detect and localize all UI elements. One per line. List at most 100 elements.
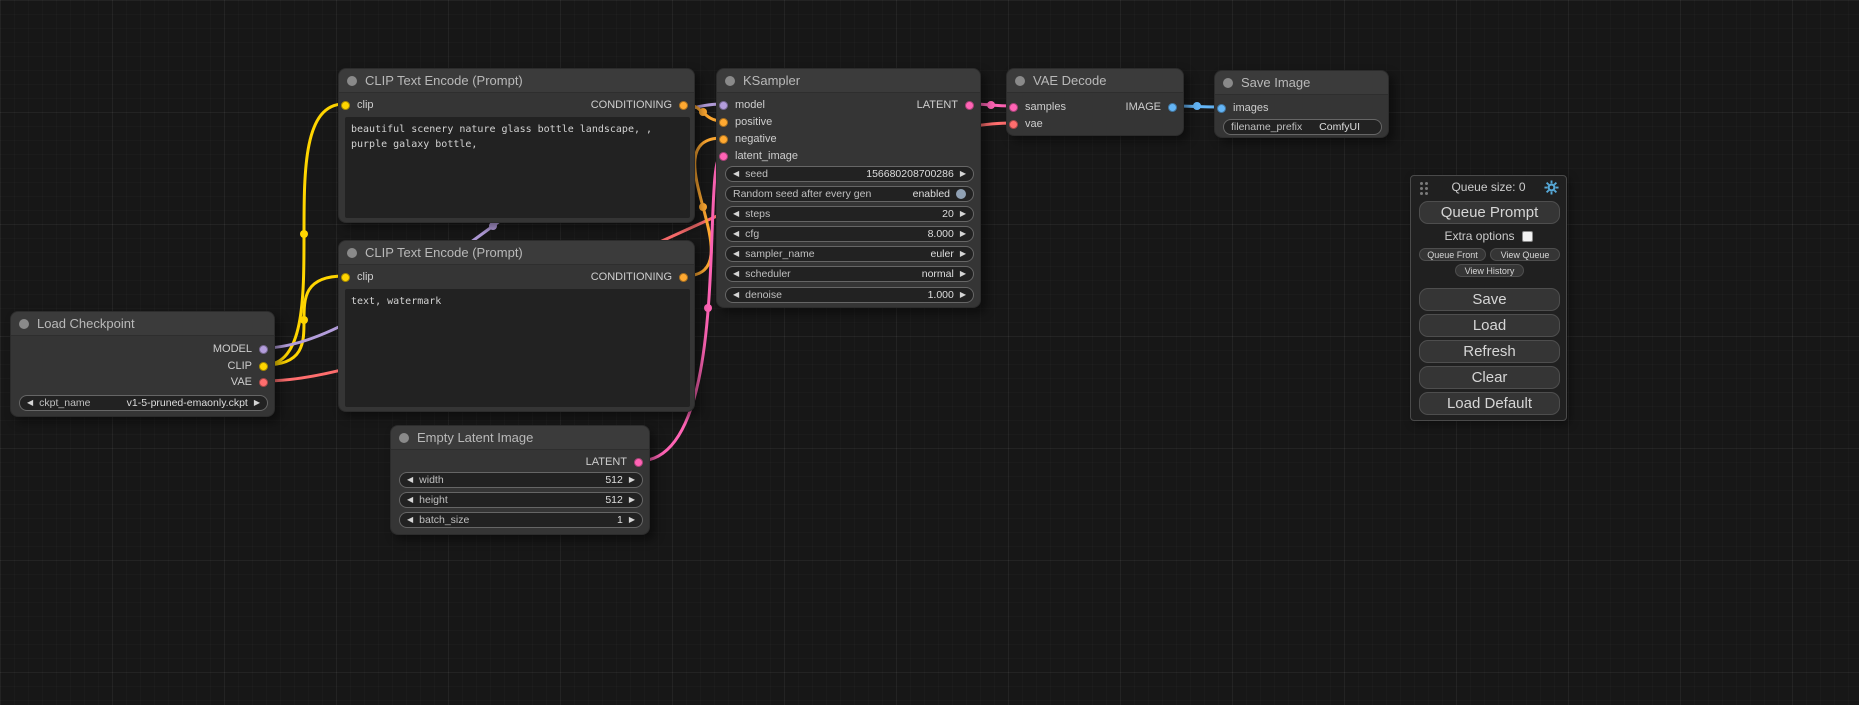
widget-denoise[interactable]: ◀ denoise 1.000 ▶ (725, 287, 974, 303)
collapse-dot-icon[interactable] (1223, 78, 1233, 88)
widget-batch-size[interactable]: ◀ batch_size 1 ▶ (399, 512, 643, 528)
next-arrow-icon[interactable]: ▶ (960, 270, 966, 278)
node-empty-latent-image[interactable]: Empty Latent Image LATENT ◀ width 512 ▶ … (390, 425, 650, 535)
toggle-dot[interactable] (956, 189, 966, 199)
next-arrow-icon[interactable]: ▶ (629, 516, 635, 524)
latent-port-dot[interactable] (634, 458, 643, 467)
load-default-button[interactable]: Load Default (1419, 392, 1560, 415)
widget-seed[interactable]: ◀ seed 156680208700286 ▶ (725, 166, 974, 182)
next-arrow-icon[interactable]: ▶ (629, 496, 635, 504)
widget-filename-prefix[interactable]: filename_prefix ComfyUI (1223, 119, 1382, 135)
collapse-dot-icon[interactable] (399, 433, 409, 443)
widget-scheduler[interactable]: ◀ scheduler normal ▶ (725, 266, 974, 282)
node-title-bar[interactable]: CLIP Text Encode (Prompt) (339, 241, 694, 265)
node-title-bar[interactable]: VAE Decode (1007, 69, 1183, 93)
input-port-clip[interactable]: clip (341, 270, 374, 284)
settings-gear-icon[interactable] (1544, 180, 1559, 195)
node-title-bar[interactable]: KSampler (717, 69, 980, 93)
collapse-dot-icon[interactable] (347, 248, 357, 258)
output-port-clip[interactable]: CLIP (228, 359, 268, 373)
node-title-bar[interactable]: Empty Latent Image (391, 426, 649, 450)
image-port-dot[interactable] (1217, 104, 1226, 113)
input-port-clip[interactable]: clip (341, 98, 374, 112)
widget-sampler-name[interactable]: ◀ sampler_name euler ▶ (725, 246, 974, 262)
model-port-dot[interactable] (259, 345, 268, 354)
output-port-image[interactable]: IMAGE (1126, 100, 1177, 114)
widget-random-seed[interactable]: Random seed after every gen enabled (725, 186, 974, 202)
collapse-dot-icon[interactable] (1015, 76, 1025, 86)
extra-options-checkbox[interactable] (1522, 231, 1533, 242)
input-port-model[interactable]: model (719, 98, 765, 112)
node-ksampler[interactable]: KSampler model positive negative latent_… (716, 68, 981, 308)
prev-arrow-icon[interactable]: ◀ (733, 250, 739, 258)
input-port-samples[interactable]: samples (1009, 100, 1066, 114)
collapse-dot-icon[interactable] (725, 76, 735, 86)
graph-canvas[interactable]: Load Checkpoint MODEL CLIP VAE ◀ ckpt_na… (0, 0, 1859, 705)
widget-cfg[interactable]: ◀ cfg 8.000 ▶ (725, 226, 974, 242)
next-arrow-icon[interactable]: ▶ (960, 230, 966, 238)
node-clip-text-encode-positive[interactable]: CLIP Text Encode (Prompt) clip CONDITION… (338, 68, 695, 223)
widget-ckpt-name[interactable]: ◀ ckpt_name v1-5-pruned-emaonly.ckpt ▶ (19, 395, 268, 411)
node-clip-text-encode-negative[interactable]: CLIP Text Encode (Prompt) clip CONDITION… (338, 240, 695, 412)
node-title-bar[interactable]: Save Image (1215, 71, 1388, 95)
drag-handle-icon[interactable] (1420, 182, 1423, 185)
next-arrow-icon[interactable]: ▶ (960, 170, 966, 178)
latent-port-dot[interactable] (965, 101, 974, 110)
image-port-dot[interactable] (1168, 103, 1177, 112)
next-arrow-icon[interactable]: ▶ (960, 250, 966, 258)
latent-port-dot[interactable] (1009, 103, 1018, 112)
widget-width[interactable]: ◀ width 512 ▶ (399, 472, 643, 488)
conditioning-port-dot[interactable] (719, 118, 728, 127)
load-button[interactable]: Load (1419, 314, 1560, 337)
node-vae-decode[interactable]: VAE Decode samples vae IMAGE (1006, 68, 1184, 136)
latent-port-dot[interactable] (719, 152, 728, 161)
prev-arrow-icon[interactable]: ◀ (407, 476, 413, 484)
save-button[interactable]: Save (1419, 288, 1560, 311)
queue-prompt-button[interactable]: Queue Prompt (1419, 201, 1560, 224)
model-port-dot[interactable] (719, 101, 728, 110)
vae-port-dot[interactable] (259, 378, 268, 387)
next-arrow-icon[interactable]: ▶ (629, 476, 635, 484)
input-port-negative[interactable]: negative (719, 132, 777, 146)
prev-arrow-icon[interactable]: ◀ (27, 399, 33, 407)
positive-prompt-textarea[interactable]: beautiful scenery nature glass bottle la… (345, 117, 690, 218)
input-port-latent-image[interactable]: latent_image (719, 149, 798, 163)
widget-steps[interactable]: ◀ steps 20 ▶ (725, 206, 974, 222)
queue-front-button[interactable]: Queue Front (1419, 248, 1486, 261)
output-port-latent[interactable]: LATENT (917, 98, 974, 112)
output-port-conditioning[interactable]: CONDITIONING (591, 98, 688, 112)
input-port-positive[interactable]: positive (719, 115, 772, 129)
prev-arrow-icon[interactable]: ◀ (733, 210, 739, 218)
collapse-dot-icon[interactable] (19, 319, 29, 329)
prev-arrow-icon[interactable]: ◀ (407, 496, 413, 504)
prev-arrow-icon[interactable]: ◀ (407, 516, 413, 524)
view-queue-button[interactable]: View Queue (1490, 248, 1560, 261)
output-port-vae[interactable]: VAE (231, 375, 268, 389)
output-port-conditioning[interactable]: CONDITIONING (591, 270, 688, 284)
conditioning-port-dot[interactable] (679, 101, 688, 110)
clear-button[interactable]: Clear (1419, 366, 1560, 389)
vae-port-dot[interactable] (1009, 120, 1018, 129)
prev-arrow-icon[interactable]: ◀ (733, 270, 739, 278)
collapse-dot-icon[interactable] (347, 76, 357, 86)
clip-port-dot[interactable] (259, 362, 268, 371)
conditioning-port-dot[interactable] (719, 135, 728, 144)
prev-arrow-icon[interactable]: ◀ (733, 170, 739, 178)
input-port-images[interactable]: images (1217, 101, 1268, 115)
view-history-button[interactable]: View History (1455, 264, 1524, 277)
refresh-button[interactable]: Refresh (1419, 340, 1560, 363)
clip-port-dot[interactable] (341, 101, 350, 110)
widget-height[interactable]: ◀ height 512 ▶ (399, 492, 643, 508)
next-arrow-icon[interactable]: ▶ (254, 399, 260, 407)
input-port-vae[interactable]: vae (1009, 117, 1043, 131)
next-arrow-icon[interactable]: ▶ (960, 210, 966, 218)
output-port-latent[interactable]: LATENT (586, 455, 643, 469)
next-arrow-icon[interactable]: ▶ (960, 291, 966, 299)
node-title-bar[interactable]: CLIP Text Encode (Prompt) (339, 69, 694, 93)
prev-arrow-icon[interactable]: ◀ (733, 291, 739, 299)
output-port-model[interactable]: MODEL (213, 342, 268, 356)
prev-arrow-icon[interactable]: ◀ (733, 230, 739, 238)
negative-prompt-textarea[interactable]: text, watermark (345, 289, 690, 407)
conditioning-port-dot[interactable] (679, 273, 688, 282)
node-title-bar[interactable]: Load Checkpoint (11, 312, 274, 336)
